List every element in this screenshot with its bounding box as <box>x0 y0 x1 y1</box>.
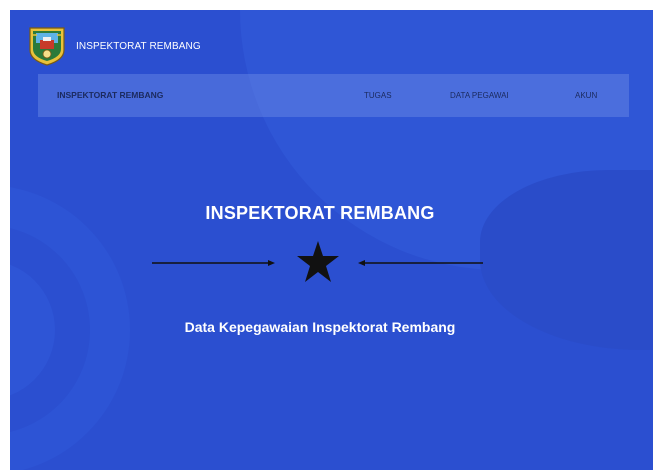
hero-subtitle: Data Kepegawaian Inspektorat Rembang <box>184 319 456 335</box>
hero-title: INSPEKTORAT REMBANG <box>205 203 435 223</box>
nav-item-data-pegawai[interactable]: DATA PEGAWAI <box>450 91 509 100</box>
page-frame: INSPEKTORAT REMBANG INSPEKTORAT REMBANG … <box>10 10 653 470</box>
navbar-brand[interactable]: INSPEKTORAT REMBANG <box>57 90 163 100</box>
nav-item-akun[interactable]: AKUN <box>575 91 597 100</box>
star-icon <box>297 241 339 282</box>
nav-item-tugas[interactable]: TUGAS <box>364 91 392 100</box>
star-divider <box>152 241 483 282</box>
divider-arrow-left <box>268 260 275 266</box>
brand-header[interactable]: INSPEKTORAT REMBANG <box>28 26 201 66</box>
top-navbar: INSPEKTORAT REMBANG TUGAS DATA PEGAWAI A… <box>38 74 629 117</box>
brand-title: INSPEKTORAT REMBANG <box>76 40 201 52</box>
regency-emblem-icon <box>29 27 65 66</box>
